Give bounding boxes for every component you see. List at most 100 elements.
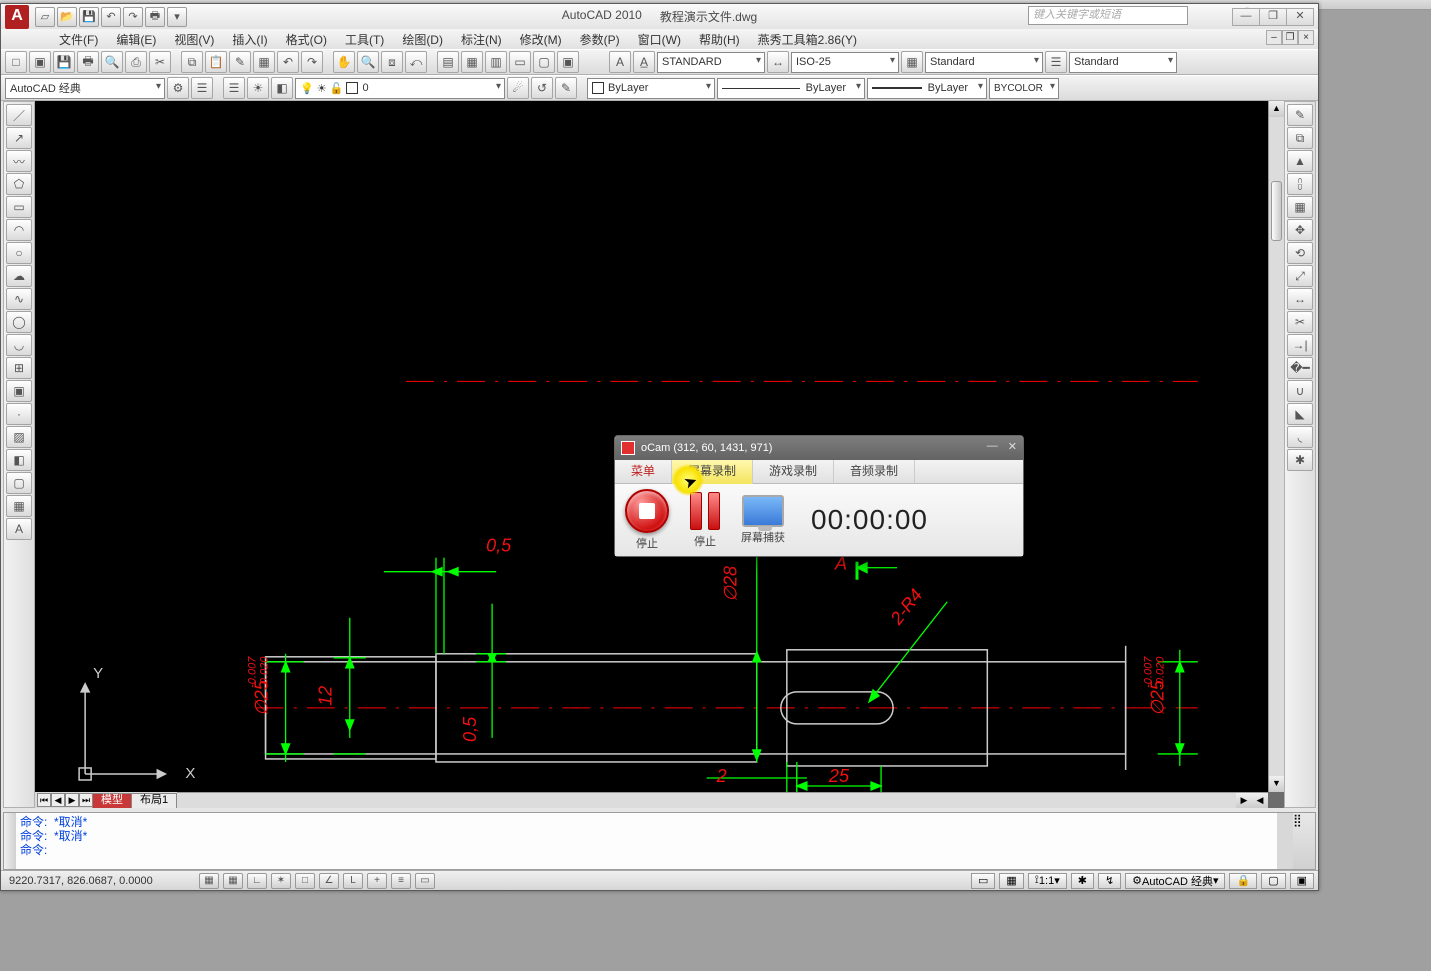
ocam-capture[interactable]: 屏幕捕获 <box>741 495 785 545</box>
tab-first-icon[interactable]: ⏮ <box>37 793 51 807</box>
scroll-down-icon[interactable]: ▼ <box>1269 776 1284 792</box>
ocam-tab-audio[interactable]: 音频录制 <box>834 460 915 483</box>
extend-icon[interactable]: →| <box>1287 334 1313 356</box>
array-icon[interactable]: ▦ <box>1287 196 1313 218</box>
sheet-icon[interactable]: ▭ <box>509 51 531 73</box>
lwt-toggle[interactable]: ≡ <box>391 873 411 889</box>
arc-icon[interactable]: ◠ <box>6 219 32 241</box>
ocam-tab-record[interactable]: 屏幕录制 <box>672 460 753 484</box>
qat-open-icon[interactable]: 📂 <box>57 7 77 27</box>
ocam-window[interactable]: oCam (312, 60, 1431, 971) — ✕ 菜单 屏幕录制 游戏… <box>614 435 1024 557</box>
palette-icon[interactable]: ▥ <box>485 51 507 73</box>
ws-switch[interactable]: ⚙AutoCAD 经典▾ <box>1125 873 1225 889</box>
menu-edit[interactable]: 编辑(E) <box>112 29 160 50</box>
stop-icon[interactable] <box>625 489 669 533</box>
spline-icon[interactable]: ∿ <box>6 288 32 310</box>
tab-layout1[interactable]: 布局1 <box>131 793 177 808</box>
circle-icon[interactable]: ○ <box>6 242 32 264</box>
search-input[interactable]: 键入关键字或短语 <box>1028 6 1188 25</box>
ellipse-icon[interactable]: ◯ <box>6 311 32 333</box>
menu-dim[interactable]: 标注(N) <box>457 29 506 50</box>
qp-toggle[interactable]: ▭ <box>415 873 435 889</box>
ocam-menu[interactable]: 菜单 <box>615 460 672 483</box>
line-icon[interactable]: ／ <box>6 104 32 126</box>
ml-style-dropdown[interactable]: Standard <box>1069 52 1177 73</box>
lineweight-dropdown[interactable]: ByLayer <box>867 78 987 99</box>
cmd-scrollbar[interactable] <box>1277 813 1293 869</box>
polygon-icon[interactable]: ⬠ <box>6 173 32 195</box>
ocam-pause[interactable]: 停止 <box>687 491 723 549</box>
command-window[interactable]: 命令: *取消* 命令: *取消* 命令: ⣿ <box>3 812 1316 870</box>
ellipsearc-icon[interactable]: ◡ <box>6 334 32 356</box>
ortho-toggle[interactable]: ∟ <box>247 873 267 889</box>
erase-icon[interactable]: ✎ <box>1287 104 1313 126</box>
mleader-icon[interactable]: ☰ <box>1045 51 1067 73</box>
save-icon[interactable]: 💾 <box>53 51 75 73</box>
menu-modify[interactable]: 修改(M) <box>516 29 566 50</box>
acad-logo[interactable]: A <box>5 5 29 29</box>
publish-icon[interactable]: ⎙ <box>125 51 147 73</box>
win-restore-icon[interactable]: ❐ <box>1259 8 1287 26</box>
scrollbar-horizontal[interactable]: ⏮ ◀ ▶ ⏭ 模型 布局1 ▶ ◀ <box>35 792 1268 808</box>
match-icon[interactable]: ✎ <box>229 51 251 73</box>
ocam-close-icon[interactable]: ✕ <box>1008 440 1017 453</box>
trim-icon[interactable]: ✂ <box>1287 311 1313 333</box>
markup-icon[interactable]: ▢ <box>533 51 555 73</box>
workspace-dropdown[interactable]: AutoCAD 经典 <box>5 78 165 99</box>
rotate-icon[interactable]: ⟲ <box>1287 242 1313 264</box>
join-icon[interactable]: ∪ <box>1287 380 1313 402</box>
dim-icon[interactable]: ↔ <box>767 51 789 73</box>
block-icon[interactable]: ▦ <box>253 51 275 73</box>
ducs-toggle[interactable]: L <box>343 873 363 889</box>
menu-param[interactable]: 参数(P) <box>576 29 624 50</box>
qat-undo-icon[interactable]: ↶ <box>101 7 121 27</box>
region-icon[interactable]: ▢ <box>6 472 32 494</box>
pline-icon[interactable]: 〰 <box>6 150 32 172</box>
hatch-icon[interactable]: ▨ <box>6 426 32 448</box>
dyn-toggle[interactable]: + <box>367 873 387 889</box>
xline-icon[interactable]: ↗ <box>6 127 32 149</box>
props-icon[interactable]: ▤ <box>437 51 459 73</box>
plotstyle-dropdown[interactable]: BYCOLOR <box>989 78 1059 99</box>
dim-style-dropdown[interactable]: ISO-25 <box>791 52 899 73</box>
layer-make-icon[interactable]: ☄ <box>507 77 529 99</box>
mirror-icon[interactable]: ▲ <box>1287 150 1313 172</box>
layer-prop-icon[interactable]: ☰ <box>223 77 245 99</box>
ws-gear-icon[interactable]: ⚙ <box>167 77 189 99</box>
break-icon[interactable]: �━ <box>1287 357 1313 379</box>
tab-last-icon[interactable]: ⏭ <box>79 793 93 807</box>
paste-icon[interactable]: 📋 <box>205 51 227 73</box>
pan-icon[interactable]: ✋ <box>333 51 355 73</box>
cmd-grip[interactable] <box>4 813 16 869</box>
mdi-min-icon[interactable]: – <box>1266 30 1282 45</box>
table-style-dropdown[interactable]: Standard <box>925 52 1043 73</box>
redo-icon[interactable]: ↷ <box>301 51 323 73</box>
mdi-close-icon[interactable]: × <box>1298 30 1314 45</box>
zoom-rt-icon[interactable]: 🔍 <box>357 51 379 73</box>
hw-accel-icon[interactable]: ▢ <box>1261 873 1285 889</box>
calc-icon[interactable]: ▣ <box>557 51 579 73</box>
pause-icon[interactable] <box>687 491 723 531</box>
tab-model[interactable]: 模型 <box>92 793 132 808</box>
menu-insert[interactable]: 插入(I) <box>228 29 271 50</box>
scroll-v-thumb[interactable] <box>1271 181 1282 241</box>
qview-icon[interactable]: ▦ <box>999 873 1023 889</box>
text2-icon[interactable]: A̲ <box>633 51 655 73</box>
qat-more-icon[interactable]: ▾ <box>167 7 187 27</box>
undo-icon[interactable]: ↶ <box>277 51 299 73</box>
text-style-dropdown[interactable]: STANDARD <box>657 52 765 73</box>
gradient-icon[interactable]: ◧ <box>6 449 32 471</box>
print-icon[interactable]: 🖶 <box>77 51 99 73</box>
layer-match-icon[interactable]: ✎ <box>555 77 577 99</box>
new-icon[interactable]: □ <box>5 51 27 73</box>
mdi-restore-icon[interactable]: ❐ <box>1282 30 1298 45</box>
open-icon[interactable]: ▣ <box>29 51 51 73</box>
copy-icon[interactable]: ⧉ <box>181 51 203 73</box>
explode-icon[interactable]: ✱ <box>1287 449 1313 471</box>
scroll-left-icon[interactable]: ◀ <box>1252 793 1268 808</box>
text-icon[interactable]: A <box>609 51 631 73</box>
ocam-titlebar[interactable]: oCam (312, 60, 1431, 971) — ✕ <box>615 436 1023 460</box>
screen-icon[interactable] <box>742 495 784 527</box>
fillet-icon[interactable]: ◟ <box>1287 426 1313 448</box>
revcloud-icon[interactable]: ☁ <box>6 265 32 287</box>
